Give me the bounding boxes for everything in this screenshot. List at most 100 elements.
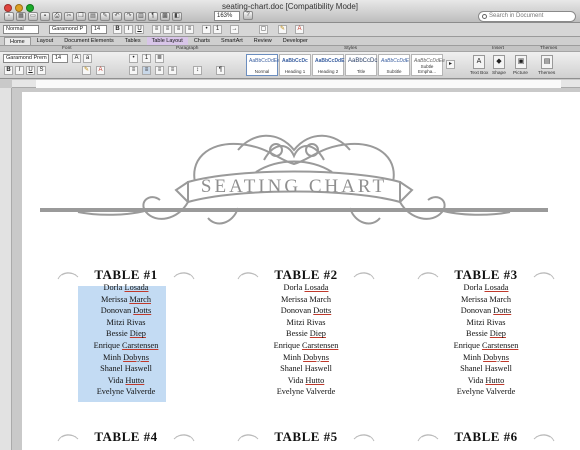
borders-button[interactable]: ▢ [259, 25, 268, 34]
search-input[interactable]: Search in Document [478, 11, 576, 22]
copy-icon[interactable]: ❐ [76, 12, 86, 21]
underline-button[interactable]: U [135, 25, 144, 34]
style-title[interactable]: AaBbCcDc Title [345, 54, 377, 76]
templates-icon[interactable]: ▦ [16, 12, 26, 21]
font-select[interactable]: Garamond P [49, 25, 87, 34]
quick-toolbar: ▫ ▦ ▭ ▪ ⎙ ✂ ❐ ▤ ✎ ↶ ↷ ▥ ¶ ▩ ◧ [4, 11, 182, 22]
style-subtitle[interactable]: AaBbCcDdE Subtitle [378, 54, 410, 76]
ribbon-italic-button[interactable]: I [15, 66, 24, 75]
redo-icon[interactable]: ↷ [124, 12, 134, 21]
ribbon-align-center-button[interactable]: ≡ [142, 66, 151, 75]
print-icon[interactable]: ⎙ [52, 12, 62, 21]
shape-icon[interactable]: ◆ [493, 55, 505, 69]
ribbon-justify-button[interactable]: ≡ [168, 66, 177, 75]
style-heading-2[interactable]: AaBbCcDdE Heading 2 [312, 54, 344, 76]
paragraph-marks-button[interactable]: ¶ [216, 66, 225, 75]
guest-name: Donovan Dotts [280, 306, 332, 316]
paste-icon[interactable]: ▤ [88, 12, 98, 21]
tab-home[interactable]: Home [4, 37, 31, 45]
tab-tables[interactable]: Tables [120, 37, 146, 45]
gallery-icon[interactable]: ▩ [160, 12, 170, 21]
themes-label: Themes [538, 71, 556, 76]
ribbon-highlight-button[interactable]: ✎ [82, 66, 91, 75]
save-icon[interactable]: ▪ [40, 12, 50, 21]
tab-smartart[interactable]: SmartArt [216, 37, 248, 45]
ribbon-bullets-button[interactable]: • [129, 54, 138, 63]
font-name-field[interactable]: Garamond Prem [3, 54, 49, 63]
table-header: TABLE #5 [236, 430, 376, 444]
tab-charts[interactable]: Charts [189, 37, 215, 45]
align-center-button[interactable]: ≡ [163, 25, 172, 34]
ribbon-bold-button[interactable]: B [4, 66, 13, 75]
shrink-font-button[interactable]: a [83, 54, 92, 63]
vertical-ruler[interactable] [0, 88, 12, 450]
grow-font-button[interactable]: A [72, 54, 81, 63]
style-select[interactable]: Normal [3, 25, 39, 34]
guest-name: Bessie Diep [286, 329, 326, 339]
swirl-right-icon [353, 434, 375, 442]
table-6: TABLE #6 [416, 430, 556, 444]
document-page[interactable]: SEATING CHART TABLE #1 Dorla Losada Meris… [22, 92, 580, 450]
picture-icon[interactable]: ▣ [515, 55, 527, 69]
strikethrough-button[interactable]: S [37, 66, 46, 75]
highlight-button[interactable]: ✎ [278, 25, 287, 34]
indent-button[interactable]: → [230, 25, 239, 34]
tab-review[interactable]: Review [249, 37, 277, 45]
guest-name: Shanel Haswell [280, 364, 332, 374]
pilcrow-icon[interactable]: ¶ [148, 12, 158, 21]
guest-name: Enrique Carstensen [273, 340, 339, 350]
swirl-right-icon [173, 434, 195, 442]
text-box-label: Text Box [470, 71, 489, 76]
justify-button[interactable]: ≡ [185, 25, 194, 34]
multilevel-list-button[interactable]: ≣ [155, 54, 164, 63]
line-spacing-button[interactable]: ↕ [193, 66, 202, 75]
style-subtle-emphasis[interactable]: AaBbCcDdEe Subtle Empha... [411, 54, 445, 76]
align-right-button[interactable]: ≡ [174, 25, 183, 34]
bold-button[interactable]: B [113, 25, 122, 34]
font-size-field[interactable]: 14 [52, 54, 68, 63]
guest-name: Vida Hutto [287, 375, 325, 385]
font-color-button[interactable]: A [295, 25, 304, 34]
italic-button[interactable]: I [124, 25, 133, 34]
guest-list: Dorla Losada Merissa March Donovan Dotts Mi… [236, 282, 376, 398]
style-heading-1[interactable]: AaBbCcDc Heading 1 [279, 54, 311, 76]
ribbon-numbering-button[interactable]: 1 [142, 54, 151, 63]
tab-table-layout[interactable]: Table Layout [146, 37, 188, 45]
guest-name: Bessie Diep [106, 329, 146, 339]
swirl-left-icon [417, 434, 439, 442]
guest-name: Enrique Carstensen [453, 340, 519, 350]
zoom-field[interactable]: 163% [214, 11, 240, 21]
table-header: TABLE #4 [56, 430, 196, 444]
numbering-button[interactable]: 1 [213, 25, 222, 34]
new-document-icon[interactable]: ▫ [4, 12, 14, 21]
tab-developer[interactable]: Developer [278, 37, 313, 45]
ribbon-font-color-button[interactable]: A [96, 66, 105, 75]
tab-layout[interactable]: Layout [32, 37, 59, 45]
table-1: TABLE #1 Dorla Losada Merissa March Donova… [56, 268, 196, 398]
styles-pane-icon[interactable]: ▸ [446, 60, 455, 69]
guest-name: Dorla Losada [283, 283, 329, 292]
text-box-icon[interactable]: A [473, 55, 485, 69]
ribbon-tabs: Home Layout Document Elements Tables Tab… [0, 37, 580, 46]
help-icon[interactable]: ? [243, 11, 253, 20]
guest-name: Minh Dobyns [283, 352, 329, 362]
bullets-button[interactable]: • [202, 25, 211, 34]
undo-icon[interactable]: ↶ [112, 12, 122, 21]
toolbox-icon[interactable]: ◧ [172, 12, 182, 21]
open-icon[interactable]: ▭ [28, 12, 38, 21]
themes-icon[interactable]: ▤ [541, 55, 553, 69]
align-left-button[interactable]: ≡ [152, 25, 161, 34]
style-normal[interactable]: AaBbCcDdEe Normal [246, 54, 280, 76]
ribbon-underline-button[interactable]: U [26, 66, 35, 75]
ribbon-align-right-button[interactable]: ≡ [155, 66, 164, 75]
picture-label: Picture [513, 71, 528, 76]
sidebar-icon[interactable]: ▥ [136, 12, 146, 21]
guest-name: Mitzi Rivas [466, 317, 506, 327]
tab-document-elements[interactable]: Document Elements [59, 37, 119, 45]
ribbon-align-left-button[interactable]: ≡ [129, 66, 138, 75]
format-painter-icon[interactable]: ✎ [100, 12, 110, 21]
size-select[interactable]: 14 [91, 25, 107, 34]
cut-icon[interactable]: ✂ [64, 12, 74, 21]
guest-name: Vida Hutto [107, 375, 145, 385]
banner-title: SEATING CHART [201, 176, 387, 197]
